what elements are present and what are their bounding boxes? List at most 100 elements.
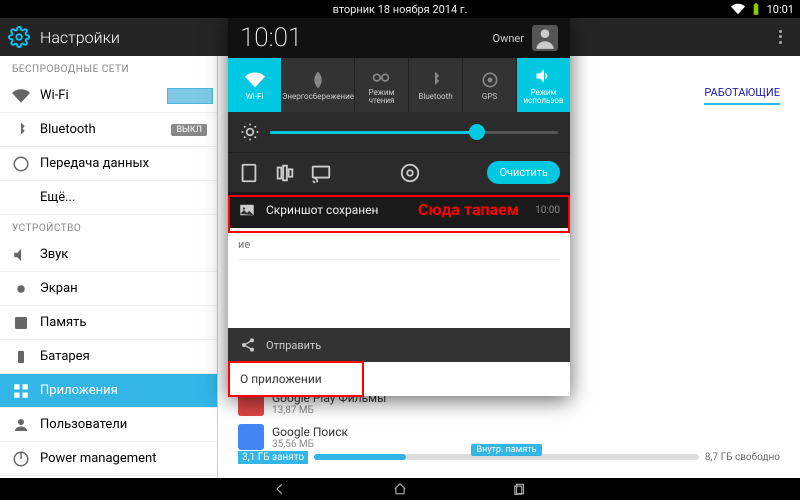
notification-title: Скриншот сохранен: [266, 203, 378, 217]
storage-free-label: 8,7 ГБ свободно: [705, 452, 780, 463]
share-icon: [240, 337, 256, 353]
sidebar-item-power[interactable]: Power management: [0, 442, 217, 476]
qs-label: Режим использов: [517, 89, 570, 105]
sidebar-label: Экран: [40, 281, 78, 296]
qs-wifi[interactable]: Wi-Fi: [228, 58, 282, 112]
sidebar-item-data[interactable]: Передача данных: [0, 147, 217, 181]
wifi-icon: [245, 70, 265, 90]
notification-time: 10:00: [535, 205, 560, 216]
storage-bar: 3,1 ГБ занято Внутр. память 8,7 ГБ свобо…: [238, 446, 780, 468]
sidebar-item-users[interactable]: Пользователи: [0, 408, 217, 442]
shade-header: 10:01 Owner: [228, 18, 570, 58]
qs-label: Bluetooth: [418, 93, 452, 101]
blank-icon: [12, 189, 30, 207]
brightness-slider[interactable]: [270, 131, 558, 134]
notification-share-action[interactable]: Отправить: [228, 328, 570, 362]
apps-icon: [12, 382, 30, 400]
speaker-icon: [534, 66, 554, 86]
notif-body-text: ие: [238, 238, 250, 251]
status-bar: вторник 18 ноября 2014 г. 10:01: [0, 0, 800, 18]
battery-status-icon: [749, 2, 763, 16]
about-label: О приложении: [240, 372, 322, 386]
sidebar-label: Wi-Fi: [40, 88, 69, 103]
annotation-text: Сюда тапаем: [418, 200, 519, 219]
sidebar-item-battery[interactable]: Батарея: [0, 340, 217, 374]
section-wireless: БЕСПРОВОДНЫЕ СЕТИ: [0, 56, 217, 79]
brightness-row: [228, 112, 570, 152]
sidebar-item-more[interactable]: Ещё...: [0, 181, 217, 215]
shade-owner-label: Owner: [493, 32, 524, 45]
storage-mid-label: Внутр. память: [471, 444, 543, 456]
qs-powersave[interactable]: Энергосбережение: [282, 58, 355, 112]
bluetooth-icon: [12, 121, 30, 139]
status-date: вторник 18 ноября 2014 г.: [333, 3, 468, 16]
app-name: Google Поиск: [272, 425, 348, 439]
sidebar-label: Bluetooth: [40, 122, 96, 137]
quick-settings-row: Wi-Fi Энергосбережение Режим чтения Blue…: [228, 58, 570, 112]
settings-gear-icon: [8, 26, 30, 48]
qs-label: Энергосбережение: [282, 93, 354, 101]
wifi-toggle[interactable]: [167, 88, 213, 104]
sidebar-label: Пользователи: [40, 417, 127, 432]
sidebar-label: Ещё...: [40, 190, 75, 205]
bluetooth-icon: [425, 70, 445, 90]
home-button[interactable]: [390, 482, 410, 496]
speaker-icon: [12, 246, 30, 264]
qs-label: GPS: [482, 93, 497, 101]
about-app-action[interactable]: О приложении: [228, 362, 570, 396]
share-label: Отправить: [266, 339, 321, 352]
recent-apps-button[interactable]: [510, 482, 530, 496]
wifi-icon: [12, 87, 30, 105]
brightness-icon: [240, 122, 260, 142]
section-device: УСТРОЙСТВО: [0, 215, 217, 238]
users-icon: [12, 416, 30, 434]
sidebar-item-wifi[interactable]: Wi-Fi: [0, 79, 217, 113]
wifi-status-icon: [731, 2, 745, 16]
sidebar-item-bluetooth[interactable]: Bluetooth ВЫКЛ: [0, 113, 217, 147]
qs-label: Режим чтения: [355, 89, 408, 105]
sidebar-label: Звук: [40, 247, 68, 262]
sidebar-item-apps[interactable]: Приложения: [0, 374, 217, 408]
qs-mode[interactable]: Режим использов: [517, 58, 570, 112]
status-time: 10:01: [767, 3, 794, 16]
settings-shortcut-icon[interactable]: [399, 162, 421, 184]
settings-title: Настройки: [40, 28, 120, 47]
storage-used-label: 3,1 ГБ занято: [238, 451, 308, 464]
sidebar-label: Память: [40, 315, 86, 330]
battery-icon: [12, 348, 30, 366]
sidebar-label: Передача данных: [40, 156, 149, 171]
shade-clock: 10:01: [240, 23, 302, 53]
settings-sidebar: БЕСПРОВОДНЫЕ СЕТИ Wi-Fi Bluetooth ВЫКЛ П…: [0, 56, 218, 478]
qs-label: Wi-Fi: [246, 93, 264, 101]
notification-body: ие: [228, 228, 570, 328]
image-icon: [238, 201, 256, 219]
clear-button[interactable]: Очистить: [487, 161, 560, 184]
qs-bluetooth[interactable]: Bluetooth: [409, 58, 463, 112]
sidebar-label: Приложения: [40, 383, 118, 398]
back-button[interactable]: [270, 482, 290, 496]
navigation-bar: [0, 478, 800, 500]
calculator-icon[interactable]: [238, 162, 260, 184]
leaf-icon: [308, 70, 328, 90]
qs-reading[interactable]: Режим чтения: [355, 58, 409, 112]
power-icon: [12, 450, 30, 468]
user-avatar[interactable]: [532, 25, 558, 51]
sidebar-item-display[interactable]: Экран: [0, 272, 217, 306]
gps-icon: [480, 70, 500, 90]
audio-wizard-icon[interactable]: [274, 162, 296, 184]
data-usage-icon: [12, 155, 30, 173]
tab-running[interactable]: РАБОТАЮЩИЕ: [704, 86, 780, 105]
cast-icon[interactable]: [310, 162, 332, 184]
sidebar-label: Батарея: [40, 349, 90, 364]
tools-row: Очистить: [228, 152, 570, 192]
sidebar-item-sound[interactable]: Звук: [0, 238, 217, 272]
overflow-menu-button[interactable]: [768, 25, 792, 49]
qs-gps[interactable]: GPS: [463, 58, 517, 112]
sidebar-item-storage[interactable]: Память: [0, 306, 217, 340]
brightness-icon: [12, 280, 30, 298]
storage-icon: [12, 314, 30, 332]
sidebar-label: Power management: [40, 451, 156, 466]
glasses-icon: [371, 66, 391, 86]
bluetooth-state-badge: ВЫКЛ: [171, 124, 207, 136]
app-size: 13,87 МБ: [272, 405, 386, 416]
